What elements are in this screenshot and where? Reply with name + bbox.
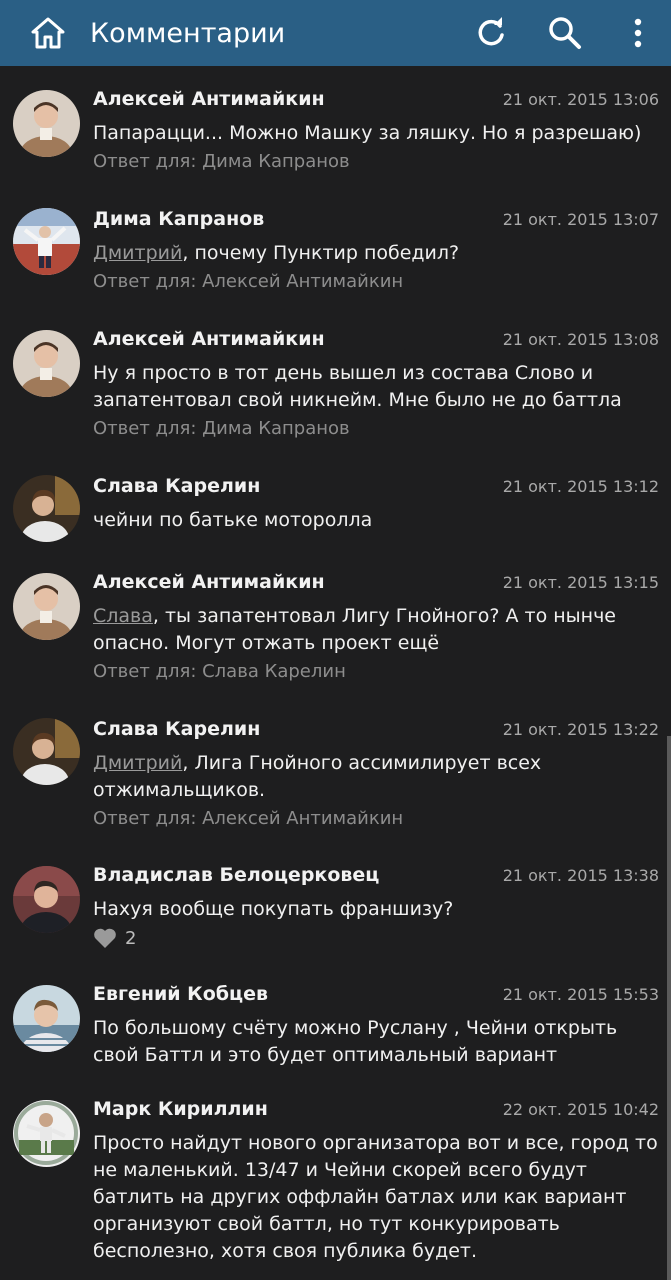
reply-to-label[interactable]: Ответ для: Алексей Антимайкин [93, 271, 659, 292]
comment-author[interactable]: Алексей Антимайкин [93, 88, 325, 110]
comment-text: По большому счёту можно Руслану , Чейни … [93, 1015, 659, 1069]
comment-author[interactable]: Евгений Кобцев [93, 983, 268, 1005]
comment-author[interactable]: Дима Капранов [93, 208, 264, 230]
comment-text-body: , почему Пунктир победил? [182, 242, 460, 264]
comment-date: 21 окт. 2015 13:06 [502, 90, 659, 109]
comment-text: Ну я просто в тот день вышел из состава … [93, 360, 659, 414]
comment-date: 21 окт. 2015 13:08 [502, 330, 659, 349]
home-button[interactable] [28, 13, 68, 53]
refresh-icon [478, 17, 504, 46]
app-header: Комментарии [0, 0, 671, 66]
comment-text: Дмитрий, Лига Гнойного ассимилирует всех… [93, 750, 659, 804]
avatar[interactable] [13, 475, 80, 542]
avatar[interactable] [13, 1100, 80, 1167]
avatar-icon [13, 208, 80, 275]
comment-date: 21 окт. 2015 13:12 [502, 477, 659, 496]
comment-text: Дмитрий, почему Пунктир победил? [93, 240, 659, 267]
comment-date: 21 окт. 2015 13:15 [502, 573, 659, 592]
comment-author[interactable]: Владислав Белоцерковец [93, 864, 379, 886]
mention-link[interactable]: Дмитрий [93, 752, 182, 774]
like-button[interactable]: 2 [93, 927, 659, 949]
avatar[interactable] [13, 866, 80, 933]
comment-author[interactable]: Алексей Антимайкин [93, 328, 325, 350]
comments-list[interactable]: Алексей Антимайкин 21 окт. 2015 13:06 Па… [0, 66, 671, 1280]
comment-text: Просто найдут нового организатора вот и … [93, 1130, 659, 1265]
comment-text: Папарацци... Можно Машку за ляшку. Но я … [93, 120, 659, 147]
search-icon [549, 17, 581, 49]
reply-to-label[interactable]: Ответ для: Слава Карелин [93, 661, 659, 682]
comment-text: чейни по батьке моторолла [93, 507, 659, 534]
comment-text-body: По большому счёту можно Руслану , Чейни … [93, 1017, 618, 1066]
comment-author[interactable]: Алексей Антимайкин [93, 571, 325, 593]
comment-text: Нахуя вообще покупать франшизу? [93, 896, 659, 923]
comment-date: 22 окт. 2015 10:42 [502, 1100, 659, 1119]
reply-to-label[interactable]: Ответ для: Дима Капранов [93, 151, 659, 172]
like-count: 2 [125, 927, 137, 949]
comment-date: 21 окт. 2015 13:22 [502, 720, 659, 739]
avatar[interactable] [13, 718, 80, 785]
reply-to-label[interactable]: Ответ для: Дима Капранов [93, 418, 659, 439]
reply-to-label[interactable]: Ответ для: Алексей Антимайкин [93, 808, 659, 829]
avatar[interactable] [13, 208, 80, 275]
search-button[interactable] [545, 13, 585, 53]
more-vertical-icon [634, 18, 642, 48]
mention-link[interactable]: Дмитрий [93, 242, 182, 264]
comment-text-body: Ну я просто в тот день вышел из состава … [93, 362, 622, 411]
comment-author[interactable]: Марк Кириллин [93, 1098, 268, 1120]
avatar-icon [13, 985, 80, 1052]
avatar-icon [13, 866, 80, 933]
comment-date: 21 окт. 2015 15:53 [502, 985, 659, 1004]
comment-text-body: Нахуя вообще покупать франшизу? [93, 898, 454, 920]
home-icon [31, 17, 65, 49]
more-options-button[interactable] [623, 13, 653, 53]
avatar[interactable] [13, 90, 80, 157]
scrollbar[interactable] [667, 736, 671, 1280]
page-title: Комментарии [90, 17, 286, 49]
avatar-icon [13, 718, 80, 785]
avatar[interactable] [13, 985, 80, 1052]
comment-text-body: Просто найдут нового организатора вот и … [93, 1132, 658, 1262]
heart-icon [94, 928, 116, 948]
avatar[interactable] [13, 330, 80, 397]
comment-author[interactable]: Слава Карелин [93, 475, 260, 497]
comment-date: 21 окт. 2015 13:07 [502, 210, 659, 229]
avatar-icon [13, 573, 80, 640]
avatar-icon [13, 90, 80, 157]
comment-text-body: чейни по батьке моторолла [93, 509, 373, 531]
comment-text-body: , ты запатентовал Лигу Гнойного? А то ны… [93, 605, 616, 654]
refresh-button[interactable] [471, 13, 511, 53]
avatar-icon [13, 330, 80, 397]
comment-date: 21 окт. 2015 13:38 [502, 866, 659, 885]
avatar-icon [13, 475, 80, 542]
comment-text: Слава, ты запатентовал Лигу Гнойного? А … [93, 603, 659, 657]
comment-text-body: Папарацци... Можно Машку за ляшку. Но я … [93, 122, 642, 144]
mention-link[interactable]: Слава [93, 605, 153, 627]
avatar-icon [13, 1100, 80, 1167]
comment-author[interactable]: Слава Карелин [93, 718, 260, 740]
avatar[interactable] [13, 573, 80, 640]
